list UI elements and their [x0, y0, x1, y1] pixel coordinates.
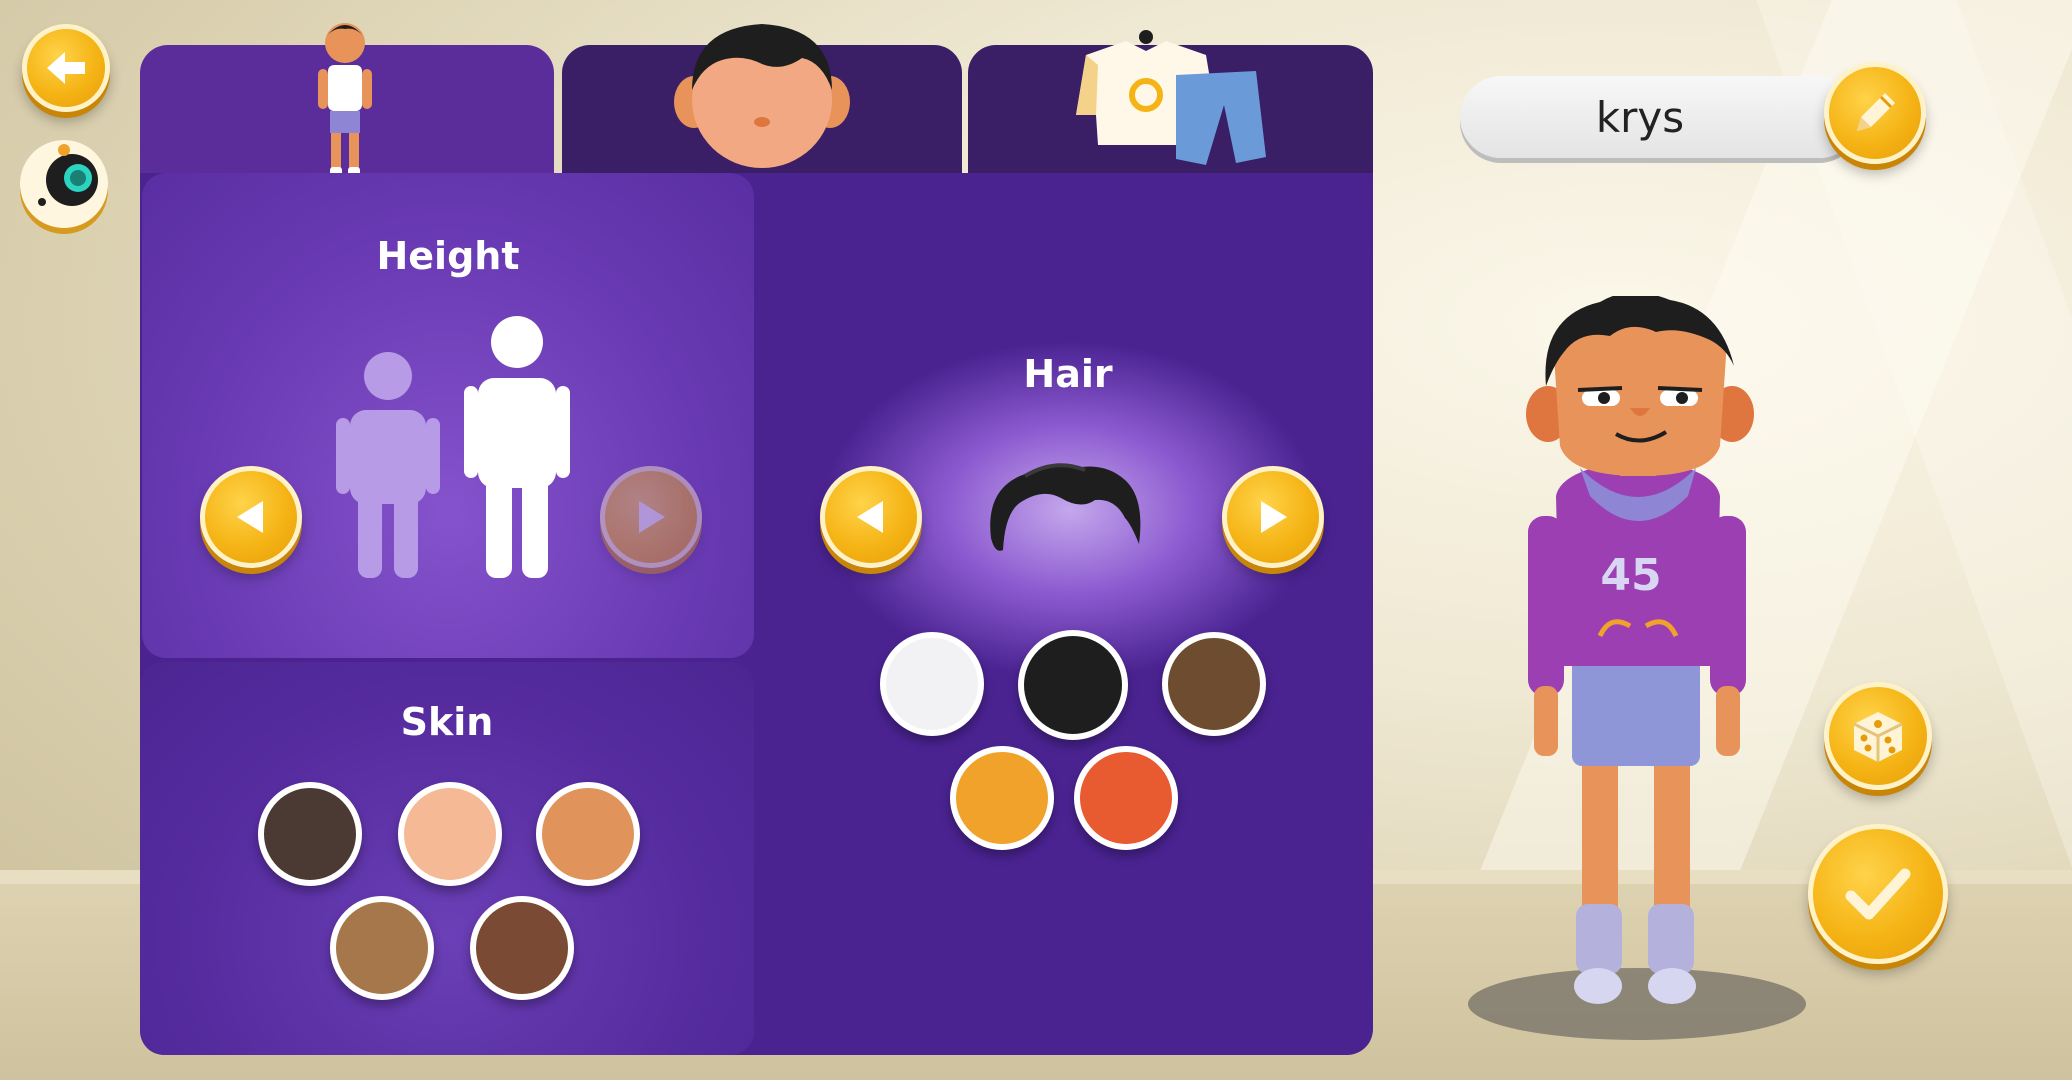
camera-icon [38, 144, 98, 206]
tab-face[interactable] [562, 24, 962, 175]
triangle-left-icon [857, 501, 883, 533]
back-arrow-icon [47, 52, 85, 84]
skin-swatch[interactable] [398, 782, 502, 886]
avatar-character [1526, 296, 1754, 1004]
tab-clothes[interactable] [968, 30, 1373, 175]
skin-swatch[interactable] [258, 782, 362, 886]
hair-swatch[interactable] [950, 746, 1054, 850]
height-prev-button[interactable] [200, 466, 302, 568]
camera-button[interactable] [20, 140, 108, 228]
skin-swatch[interactable] [536, 782, 640, 886]
hair-next-button[interactable] [1222, 466, 1324, 568]
clothes-icon [1076, 30, 1266, 165]
confirm-button[interactable] [1808, 824, 1948, 964]
tab-body[interactable] [140, 23, 554, 177]
height-next-button[interactable] [600, 466, 702, 568]
hair-style-icon [990, 463, 1141, 551]
player-name-text: krys [1595, 92, 1685, 142]
triangle-right-icon [639, 501, 665, 533]
back-button[interactable] [22, 24, 110, 112]
skin-swatch[interactable] [470, 896, 574, 1000]
tall-figure-icon[interactable] [464, 316, 570, 578]
player-name-field[interactable]: krys [1460, 76, 1860, 158]
hair-label: Hair [1023, 352, 1113, 396]
short-figure-icon [336, 352, 440, 578]
triangle-left-icon [237, 501, 263, 533]
hair-swatch[interactable] [880, 632, 984, 736]
body-icon [318, 23, 372, 177]
skin-swatch[interactable] [330, 896, 434, 1000]
triangle-right-icon [1261, 501, 1287, 533]
dice-icon [1853, 712, 1903, 762]
hair-prev-button[interactable] [820, 466, 922, 568]
hair-swatch[interactable] [1162, 632, 1266, 736]
shirt-number: 45 [1600, 550, 1662, 601]
height-label: Height [376, 234, 520, 278]
hair-swatch-selected[interactable] [1018, 630, 1128, 740]
hair-swatch[interactable] [1074, 746, 1178, 850]
pencil-icon [1857, 93, 1895, 131]
checkmark-icon [1845, 868, 1911, 920]
face-icon [674, 24, 850, 168]
edit-name-button[interactable] [1824, 62, 1926, 164]
randomize-button[interactable] [1824, 682, 1932, 790]
skin-label: Skin [400, 700, 494, 744]
